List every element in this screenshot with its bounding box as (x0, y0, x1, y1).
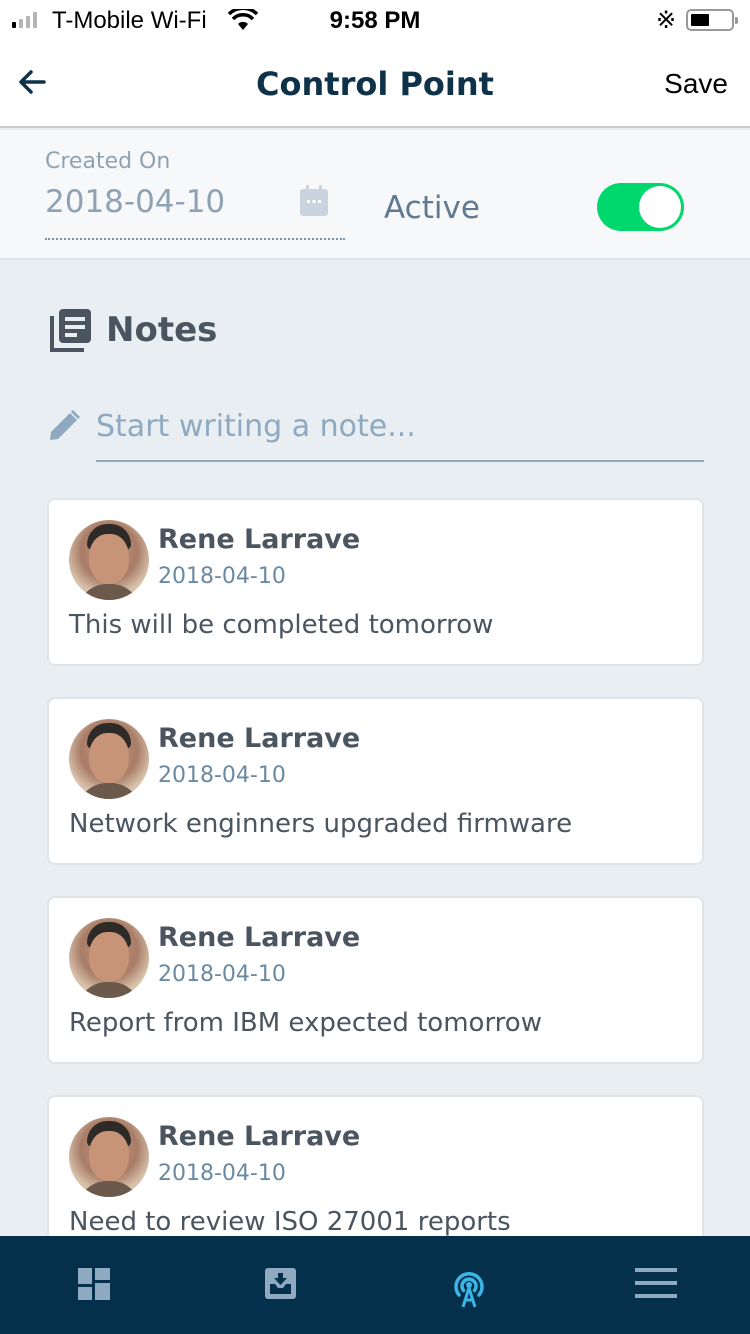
notes-icon (50, 308, 92, 352)
note-author: Rene Larrave (158, 922, 360, 953)
note-date: 2018-04-10 (158, 763, 286, 788)
meta-panel: Created On 2018-04-10 Active (0, 130, 750, 260)
avatar (69, 918, 149, 998)
note-input-wrap (48, 402, 704, 462)
note-input[interactable] (96, 402, 704, 462)
tab-menu[interactable] (563, 1236, 750, 1334)
note-card[interactable]: Rene Larrave 2018-04-10 Report from IBM … (47, 896, 704, 1064)
note-text: Need to review ISO 27001 reports (69, 1207, 511, 1237)
note-author: Rene Larrave (158, 524, 360, 555)
avatar (69, 719, 149, 799)
dashboard-icon (78, 1268, 110, 1300)
clock: 9:58 PM (0, 7, 750, 35)
active-label: Active (384, 190, 480, 226)
page-title: Control Point (0, 65, 750, 103)
notes-header: Notes (50, 308, 217, 352)
broadcast-tower-icon (450, 1268, 488, 1308)
tab-bar (0, 1236, 750, 1334)
note-date: 2018-04-10 (158, 1161, 286, 1186)
pencil-icon (48, 408, 82, 442)
note-card[interactable]: Rene Larrave 2018-04-10 Network enginner… (47, 697, 704, 865)
tab-inbox[interactable] (188, 1236, 376, 1334)
toggle-knob (639, 186, 681, 228)
notes-title: Notes (106, 310, 217, 350)
inbox-download-icon (265, 1268, 297, 1300)
note-card[interactable]: Rene Larrave 2018-04-10 This will be com… (47, 498, 704, 666)
created-on-field[interactable]: 2018-04-10 (45, 182, 345, 240)
note-text: Network enginners upgraded firmware (69, 809, 572, 839)
created-on-label: Created On (45, 149, 170, 174)
nav-bar: Control Point Save (0, 40, 750, 128)
note-author: Rene Larrave (158, 1121, 360, 1152)
note-author: Rene Larrave (158, 723, 360, 754)
avatar (69, 520, 149, 600)
battery-icon (686, 9, 734, 31)
tab-dashboard[interactable] (0, 1236, 188, 1334)
note-text: This will be completed tomorrow (69, 610, 493, 640)
created-on-value: 2018-04-10 (45, 184, 225, 220)
active-toggle[interactable] (597, 183, 684, 231)
save-button[interactable]: Save (664, 68, 728, 100)
calendar-icon[interactable] (299, 185, 329, 217)
note-date: 2018-04-10 (158, 962, 286, 987)
status-bar: T-Mobile Wi-Fi 9:58 PM ※ (0, 0, 750, 40)
menu-icon (635, 1268, 677, 1298)
tab-broadcast[interactable] (375, 1236, 563, 1334)
note-text: Report from IBM expected tomorrow (69, 1008, 542, 1038)
note-date: 2018-04-10 (158, 564, 286, 589)
bluetooth-icon: ※ (656, 6, 676, 35)
avatar (69, 1117, 149, 1197)
